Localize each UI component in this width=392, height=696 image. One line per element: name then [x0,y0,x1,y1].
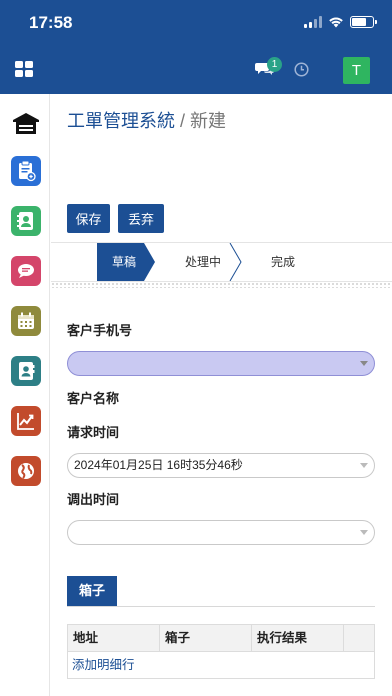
breadcrumb-current: 新建 [190,111,227,131]
discard-button[interactable]: 丢弃 [118,204,164,233]
breadcrumb-separator: / [180,111,186,131]
address-book-icon [19,362,35,380]
customer-name-label: 客户名称 [67,391,120,406]
stage-in-progress[interactable]: 处理中 [179,243,227,281]
chevron-down-icon [360,361,368,366]
dispatch-time-label: 调出时间 [67,492,120,507]
stage-draft[interactable]: 草稿 [97,243,151,281]
warehouse-icon [13,113,39,134]
avatar[interactable]: T [343,57,370,84]
sidebar [0,94,50,696]
phone-select[interactable] [67,351,375,376]
column-header-actions [344,625,374,651]
top-header: 17:58 1 T [0,0,392,94]
breadcrumb: 工單管理系統 / 新建 [67,107,226,133]
status-stage-bar: 草稿 处理中 完成 [51,242,392,282]
battery-icon [350,16,377,28]
breadcrumb-root[interactable]: 工單管理系統 [67,111,175,131]
tab-underline [67,606,375,607]
wifi-icon [329,17,343,28]
column-header-address[interactable]: 地址 [68,625,160,651]
sidebar-item-address-book[interactable] [11,356,41,386]
save-button[interactable]: 保存 [67,204,110,233]
column-header-result[interactable]: 执行结果 [252,625,344,651]
chat-badge: 1 [267,57,282,72]
request-time-field[interactable]: 2024年01月25日 16时35分46秒 [67,453,375,478]
sidebar-item-warehouse[interactable] [11,108,41,138]
table-header: 地址 箱子 执行结果 [67,624,375,652]
clipboard-icon [19,160,36,182]
sidebar-item-tasks[interactable] [11,156,41,186]
globe-icon [18,463,34,479]
stage-chevron [229,243,242,281]
request-time-value: 2024年01月25日 16时35分46秒 [74,458,243,472]
contact-card-icon [17,212,33,230]
clock-icon[interactable] [294,62,309,77]
signal-icon [304,16,322,28]
request-time-label: 请求时间 [67,425,120,440]
status-icons [304,16,377,28]
add-line-link[interactable]: 添加明细行 [67,652,375,679]
chart-trend-icon [17,413,34,430]
chevron-down-icon [360,530,368,535]
tab-boxes[interactable]: 箱子 [67,576,117,606]
sidebar-item-messages[interactable] [11,256,41,286]
calendar-icon [18,312,34,329]
chat-bubble-icon [18,264,34,278]
sidebar-item-calendar[interactable] [11,306,41,336]
chevron-down-icon [360,463,368,468]
column-header-box[interactable]: 箱子 [160,625,252,651]
dispatch-time-field[interactable] [67,520,375,545]
stage-done[interactable]: 完成 [261,243,305,281]
apps-grid-icon[interactable] [15,61,33,77]
sidebar-item-website[interactable] [11,456,41,486]
sidebar-item-reports[interactable] [11,406,41,436]
sidebar-item-contacts[interactable] [11,206,41,236]
status-time: 17:58 [29,13,73,32]
phone-label: 客户手机号 [67,323,133,338]
